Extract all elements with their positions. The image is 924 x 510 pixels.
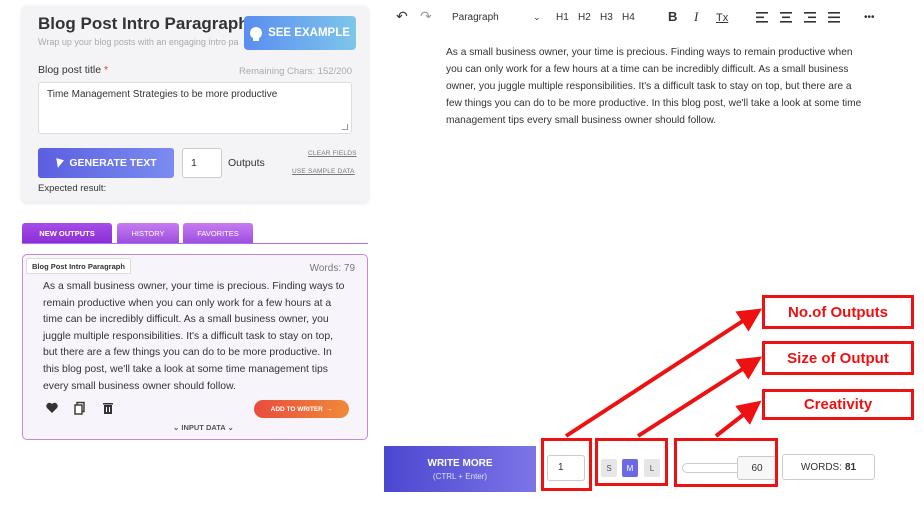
callout-size: Size of Output	[762, 341, 914, 375]
callout-creativity: Creativity	[762, 389, 914, 420]
arrow-to-creativity	[714, 400, 762, 438]
arrow-to-outputs	[564, 308, 763, 438]
callout-outputs: No.of Outputs	[762, 295, 914, 329]
arrow-to-size	[636, 356, 763, 438]
callout-arrows	[564, 308, 763, 438]
